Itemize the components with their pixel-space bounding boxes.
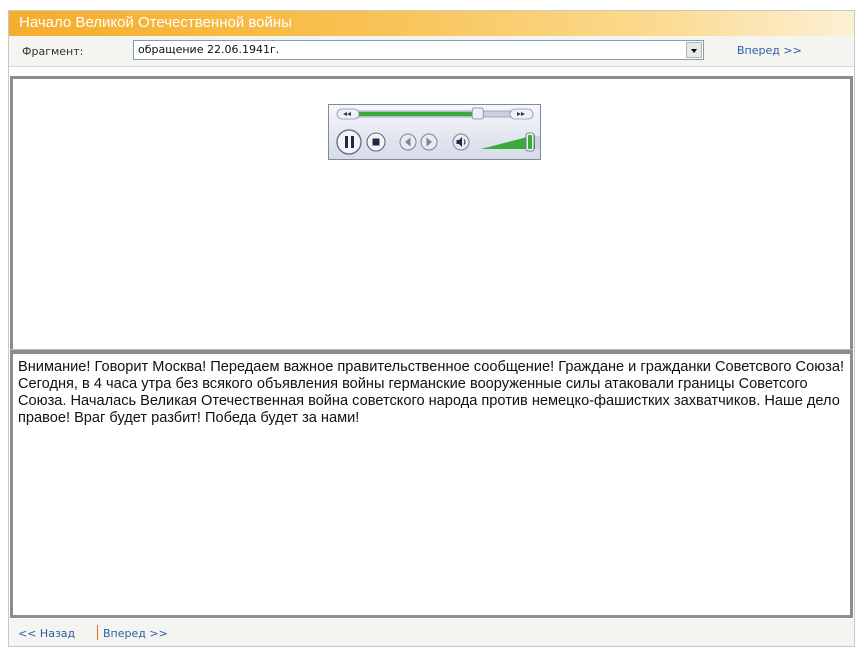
text-panel: Внимание! Говорит Москва! Передаем важно… — [10, 352, 853, 618]
fragment-toolbar: Фрагмент: обращение 22.06.1941г. Вперед … — [9, 36, 854, 67]
next-link-bottom[interactable]: Вперед >> — [103, 627, 168, 640]
rewind-icon[interactable] — [336, 108, 360, 120]
app-frame: Начало Великой Отечественной войны Фрагм… — [8, 10, 855, 647]
previous-icon[interactable] — [399, 133, 417, 151]
footer-nav: << Назад Вперед >> — [9, 619, 854, 646]
media-player — [328, 104, 543, 160]
media-panel — [10, 76, 853, 352]
volume-thumb[interactable] — [525, 132, 535, 152]
fast-forward-icon[interactable] — [509, 108, 534, 120]
seek-thumb[interactable] — [471, 107, 484, 120]
next-icon[interactable] — [420, 133, 438, 151]
page-title: Начало Великой Отечественной войны — [19, 14, 292, 31]
volume-icon[interactable] — [452, 133, 470, 151]
fragment-select[interactable]: обращение 22.06.1941г. — [133, 40, 704, 60]
title-bar: Начало Великой Отечественной войны — [9, 11, 854, 36]
fragment-select-value: обращение 22.06.1941г. — [138, 43, 280, 56]
seek-progress-fill — [339, 112, 478, 116]
media-player-controls — [336, 107, 543, 155]
back-link[interactable]: << Назад — [18, 627, 75, 640]
speech-text: Внимание! Говорит Москва! Передаем важно… — [18, 359, 845, 426]
pause-icon[interactable] — [336, 129, 362, 155]
next-link-top[interactable]: Вперед >> — [737, 44, 802, 57]
fragment-label: Фрагмент: — [22, 45, 84, 58]
chevron-down-icon[interactable] — [686, 42, 702, 58]
footer-separator — [97, 625, 98, 640]
stop-icon[interactable] — [366, 132, 386, 152]
